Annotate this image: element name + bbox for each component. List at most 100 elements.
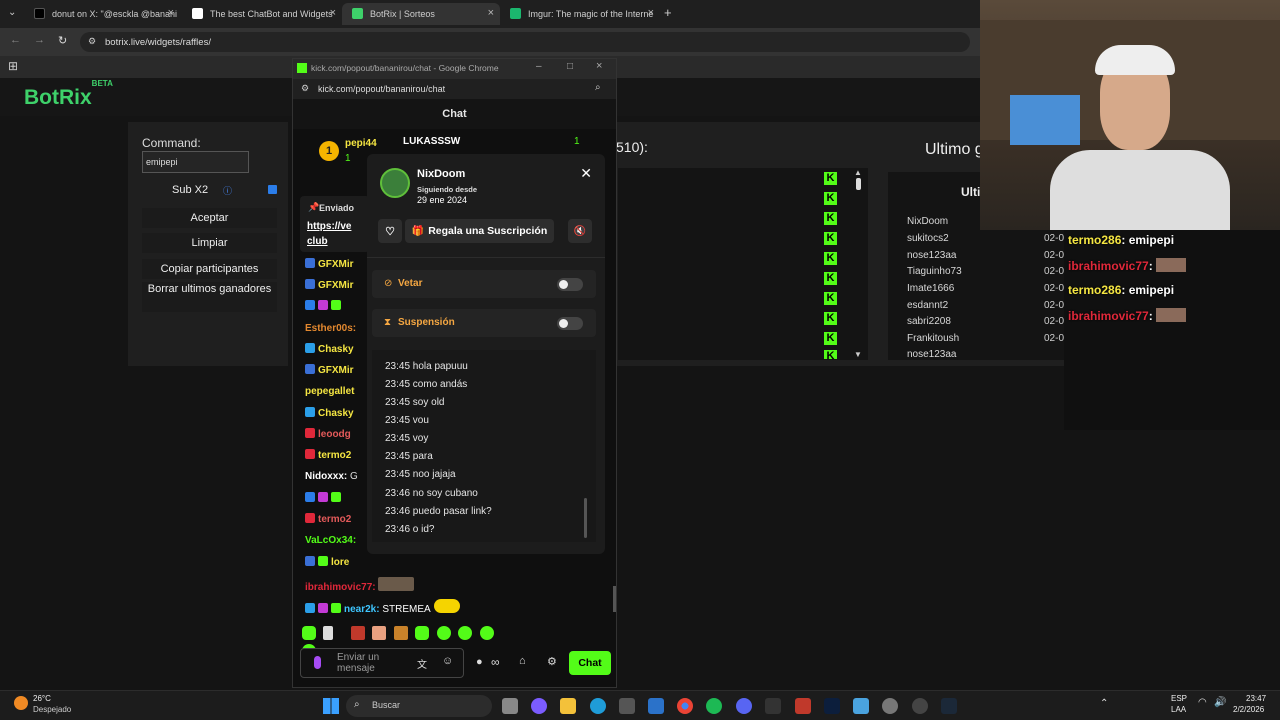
- weather-icon[interactable]: [14, 696, 28, 710]
- mute-button[interactable]: 🔇: [568, 219, 592, 243]
- close-tab-icon[interactable]: ×: [648, 7, 654, 19]
- volume-icon[interactable]: 🔊: [1214, 697, 1226, 708]
- send-chat-button[interactable]: Chat: [569, 651, 611, 675]
- taskbar-search[interactable]: ⌕ Buscar: [346, 695, 492, 717]
- tab-x[interactable]: donut on X: "@esckla @banani ×: [24, 3, 180, 25]
- top-gifter-user[interactable]: LUKASSSW: [403, 136, 460, 147]
- clock-time[interactable]: 23:47: [1246, 694, 1266, 703]
- chat-message[interactable]: GFXMir: [305, 258, 354, 270]
- chat-scrollbar[interactable]: [613, 586, 616, 612]
- scroll-down-icon[interactable]: ▼: [854, 350, 862, 359]
- edge-icon[interactable]: [590, 698, 606, 714]
- discord-icon[interactable]: [736, 698, 752, 714]
- emote[interactable]: [350, 626, 365, 640]
- chat-message[interactable]: termo2: [305, 449, 351, 461]
- maximize-icon[interactable]: □: [567, 61, 573, 72]
- translate-icon[interactable]: 文: [417, 656, 427, 671]
- command-input[interactable]: emipepi: [142, 151, 249, 173]
- chat-message[interactable]: Chasky: [305, 343, 354, 355]
- scrollbar-thumb[interactable]: [856, 178, 861, 190]
- botrix-logo[interactable]: BotRixBETA: [24, 79, 113, 110]
- pinned-gifter-user[interactable]: pepi44: [345, 138, 377, 149]
- sub-x2-checkbox[interactable]: [268, 185, 277, 194]
- gift-sub-button[interactable]: 🎁 Regala una Suscripción: [405, 219, 554, 243]
- users-icon[interactable]: ●: [476, 656, 483, 668]
- chat-message[interactable]: pepegallet: [305, 386, 354, 397]
- chat-input-box[interactable]: Enviar un mensaje 文 ☺: [300, 648, 464, 678]
- tray-lang2[interactable]: LAA: [1171, 705, 1186, 714]
- tray-chevron-icon[interactable]: ⌃: [1100, 698, 1108, 709]
- chat-message[interactable]: GFXMir: [305, 279, 354, 291]
- chat-message[interactable]: leoodg: [305, 428, 351, 440]
- url-field[interactable]: ⚙ botrix.live/widgets/raffles/: [80, 32, 970, 52]
- tab-botrix-sorteos[interactable]: BotRix | Sorteos ×: [342, 3, 500, 25]
- emoji-icon[interactable]: ☺: [442, 655, 453, 667]
- chat-message[interactable]: GFXMir: [305, 364, 354, 376]
- spotify-icon[interactable]: [706, 698, 722, 714]
- settings-gear-icon[interactable]: [882, 698, 898, 714]
- emote[interactable]: [458, 626, 473, 640]
- clear-winners-button[interactable]: Borrar ultimos ganadores: [142, 282, 277, 312]
- wifi-icon[interactable]: ◠: [1198, 697, 1207, 708]
- emote[interactable]: [479, 626, 494, 640]
- timeout-toggle[interactable]: [557, 317, 583, 330]
- clock-date[interactable]: 2/2/2026: [1233, 705, 1264, 714]
- app-icon[interactable]: [765, 698, 781, 714]
- emote[interactable]: [302, 626, 316, 640]
- infinity-icon[interactable]: ∞: [491, 655, 500, 669]
- chat-message[interactable]: [305, 492, 344, 504]
- app-icon[interactable]: [795, 698, 811, 714]
- close-icon[interactable]: ✕: [580, 165, 592, 182]
- accept-button[interactable]: Aceptar: [142, 208, 277, 228]
- info-icon[interactable]: ⓘ: [223, 184, 232, 197]
- tab-list-chevron-icon[interactable]: ⌄: [8, 7, 16, 18]
- new-tab-icon[interactable]: +: [664, 5, 672, 20]
- zoom-icon[interactable]: ⌕: [595, 82, 601, 93]
- chat-message[interactable]: near2k: STREMEA: [305, 599, 463, 615]
- minimize-icon[interactable]: –: [536, 61, 542, 72]
- forward-icon[interactable]: →: [34, 34, 45, 46]
- clear-button[interactable]: Limpiar: [142, 233, 277, 253]
- site-info-icon[interactable]: ⚙: [301, 83, 309, 94]
- ban-toggle[interactable]: [557, 278, 583, 291]
- popup-url-bar[interactable]: ⚙ kick.com/popout/bananirou/chat ⌕: [293, 79, 616, 99]
- chat-message[interactable]: termo2: [305, 513, 351, 525]
- history-scrollbar[interactable]: [584, 498, 587, 538]
- chrome-icon[interactable]: [677, 698, 693, 714]
- emote[interactable]: [436, 626, 451, 640]
- close-window-icon[interactable]: ×: [596, 60, 602, 72]
- user-name[interactable]: NixDoom: [417, 168, 465, 180]
- steam-icon[interactable]: [941, 698, 957, 714]
- scroll-up-icon[interactable]: ▲: [854, 168, 862, 177]
- close-tab-icon[interactable]: ×: [330, 7, 336, 19]
- task-view-icon[interactable]: [502, 698, 518, 714]
- chat-message[interactable]: Chasky: [305, 407, 354, 419]
- copy-participants-button[interactable]: Copiar participantes: [142, 259, 277, 279]
- close-tab-icon[interactable]: ×: [168, 7, 174, 19]
- chat-message[interactable]: Esther00s:: [305, 323, 356, 334]
- emote[interactable]: [415, 626, 430, 640]
- reload-icon[interactable]: ↻: [58, 34, 67, 47]
- chat-message[interactable]: lore: [305, 556, 349, 568]
- file-explorer-icon[interactable]: [560, 698, 576, 714]
- back-icon[interactable]: ←: [10, 34, 21, 46]
- emote[interactable]: [393, 626, 408, 640]
- chat-message[interactable]: [305, 300, 344, 312]
- obs-icon[interactable]: [912, 698, 928, 714]
- chat-message[interactable]: ibrahimovic77:: [305, 577, 417, 593]
- emote[interactable]: [372, 626, 387, 640]
- close-tab-icon[interactable]: ×: [488, 7, 494, 19]
- emote[interactable]: [323, 626, 334, 640]
- microphone-icon[interactable]: [314, 656, 321, 669]
- calculator-icon[interactable]: [619, 698, 635, 714]
- store-icon[interactable]: ⌂: [519, 655, 526, 667]
- chat-message[interactable]: VaLcOx34:: [305, 535, 356, 546]
- pinned-link-cont[interactable]: club: [307, 236, 328, 247]
- chat-message[interactable]: Nidoxxx: G: [305, 471, 358, 482]
- photoshop-icon[interactable]: [824, 698, 840, 714]
- follow-heart-button[interactable]: ♡: [378, 219, 402, 243]
- site-info-icon[interactable]: ⚙: [88, 36, 96, 47]
- tab-imgur[interactable]: Imgur: The magic of the Interne ×: [500, 3, 660, 25]
- pinned-link[interactable]: https://ve: [307, 221, 351, 232]
- notepad-icon[interactable]: [853, 698, 869, 714]
